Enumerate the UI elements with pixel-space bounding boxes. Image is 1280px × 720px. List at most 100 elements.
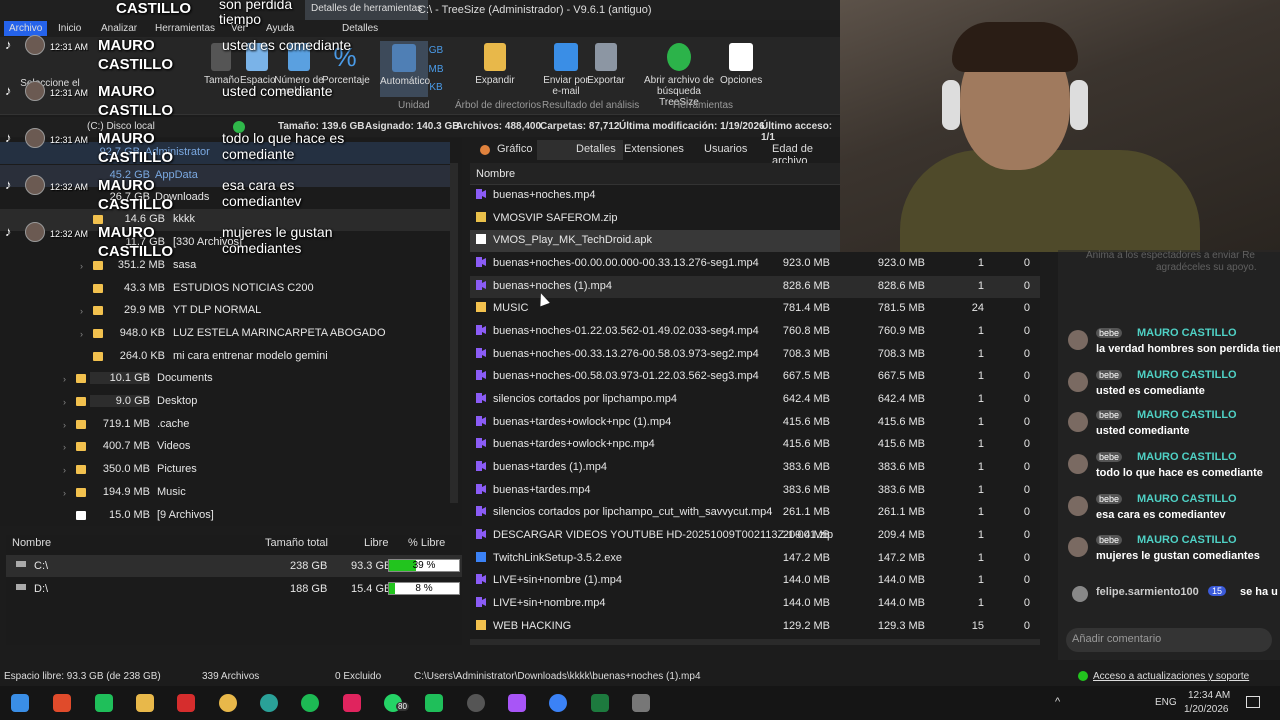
app-gray-icon[interactable] [632,694,650,712]
tree-row[interactable]: › 350.0 MB Pictures [0,459,450,481]
tab-usuarios[interactable]: Usuarios [704,143,747,155]
spotify-icon[interactable] [301,694,319,712]
update-link[interactable]: Acceso a actualizaciones y soporte [1093,671,1249,682]
whatsapp-icon[interactable]: 80 [384,694,409,712]
file-row[interactable]: buenas+tardes+owlock+npc (1).mp4 415.6 MB… [470,412,1040,434]
tree-row[interactable]: 43.3 MB ESTUDIOS NOTICIAS C200 [0,278,450,300]
chat-username[interactable]: MAURO CASTILLO [1137,369,1237,381]
enviar-email-button[interactable]: Enviar por e-mail [543,43,589,97]
expand-arrow-icon[interactable]: › [80,261,83,271]
drives-header-pct[interactable]: % Libre [408,537,445,549]
tree-name: Videos [157,440,191,452]
tree-row[interactable]: 264.0 KB mi cara entrenar modelo gemini [0,346,450,368]
brave-icon[interactable] [53,694,71,712]
file-row[interactable]: LIVE+sin+nombre.mp4 144.0 MB 144.0 MB 1 0 [470,593,1040,615]
chat-username[interactable]: MAURO CASTILLO [1137,327,1237,339]
file-row[interactable]: LIVE+sin+nombre (1).mp4 144.0 MB 144.0 MB 1… [470,570,1040,592]
column-nombre[interactable]: Nombre [476,168,515,180]
tree-row[interactable]: › 351.2 MB sasa [0,255,450,277]
expand-arrow-icon[interactable]: › [63,397,66,407]
file-row[interactable]: buenas+tardes (1).mp4 383.6 MB 383.6 MB 1 0 [470,457,1040,479]
obs-icon[interactable] [467,694,485,712]
file-row[interactable]: silencios cortados por lipchampo.mp4 642.… [470,389,1040,411]
tab-extensiones[interactable]: Extensiones [624,143,684,155]
file-row[interactable]: buenas+noches (1).mp4 828.6 MB 828.6 MB 1 0 [470,276,1040,298]
tree-scrollbar[interactable] [450,163,458,503]
file-row[interactable]: MUSIC 781.4 MB 781.5 MB 24 0 [470,298,1040,320]
drive-row[interactable]: C:\ 238 GB 93.3 GB 39 % [6,555,462,577]
chat-username[interactable]: MAURO CASTILLO [1137,451,1237,463]
tree-row[interactable]: › 9.0 GB Desktop [0,391,450,413]
expand-arrow-icon[interactable]: › [63,488,66,498]
exportar-button[interactable]: Exportar [586,43,626,86]
clock-time[interactable]: 12:34 AM [1188,690,1230,701]
expand-arrow-icon[interactable]: › [80,329,83,339]
mb-button[interactable]: MB [428,64,444,75]
list-scrollbar[interactable] [470,639,1040,645]
comment-input[interactable]: Añadir comentario [1066,628,1272,652]
file-row[interactable]: TwitchLinkSetup-3.5.2.exe 147.2 MB 147.2 M… [470,548,1040,570]
expand-arrow-icon[interactable]: › [63,465,66,475]
tab-herramientas[interactable]: Herramientas [155,23,215,34]
folder-count: 0 [1023,597,1030,609]
drives-header-free[interactable]: Libre [364,537,388,549]
file-row[interactable]: buenas+noches-00.58.03.973-01.22.03.562-… [470,366,1040,388]
file-row[interactable]: buenas+noches-00.33.13.276-00.58.03.973-… [470,344,1040,366]
file-size: 828.6 MB [782,280,830,292]
expand-arrow-icon[interactable]: › [63,374,66,384]
tree-row[interactable]: › 400.7 MB Videos [0,436,450,458]
app-green-icon[interactable] [95,694,113,712]
tab-detalles-view[interactable]: Detalles [576,143,616,155]
expandir-button[interactable]: Expandir [472,43,518,86]
file-row[interactable]: buenas+tardes.mp4 383.6 MB 383.6 MB 1 0 [470,480,1040,502]
abrir-busqueda-button[interactable]: Abrir archivo de búsqueda TreeSize [636,43,722,108]
context-tab[interactable]: Detalles de herramientas [305,0,429,20]
tree-row[interactable]: › 10.1 GB Documents [0,368,450,390]
tree-row[interactable]: › 719.1 MB .cache [0,414,450,436]
kb-button[interactable]: KB [428,82,444,93]
clock-date[interactable]: 1/20/2026 [1184,704,1229,715]
file-row[interactable]: WEB HACKING 129.2 MB 129.3 MB 15 0 [470,616,1040,638]
file-row[interactable]: silencios cortados por lipchampo_cut_wit… [470,502,1040,524]
chat-username[interactable]: MAURO CASTILLO [1137,409,1237,421]
excel-icon[interactable] [591,694,609,712]
tab-analizar[interactable]: Analizar [101,23,137,34]
drives-header-total[interactable]: Tamaño total [265,537,328,549]
expand-arrow-icon[interactable]: › [63,420,66,430]
chrome-icon[interactable] [219,694,237,712]
tab-archivo[interactable]: Archivo [4,21,48,36]
automatico-button[interactable]: Automático [380,41,430,97]
file-explorer-icon[interactable] [136,694,154,712]
file-row[interactable]: buenas+noches-01.22.03.562-01.49.02.033-… [470,321,1040,343]
tray-chevron-icon[interactable]: ^ [1055,696,1060,708]
app-purple-icon[interactable] [508,694,526,712]
drives-header-name[interactable]: Nombre [12,537,51,549]
tree-row[interactable]: › 194.9 MB Music [0,482,450,504]
language-indicator[interactable]: ENG [1155,697,1177,708]
file-row[interactable]: DESCARGAR VIDEOS YOUTUBE HD-20251009T002… [470,525,1040,547]
gb-button[interactable]: GB [428,45,444,56]
pdf-icon[interactable] [177,694,195,712]
edge-icon[interactable] [260,694,278,712]
tiktok-live-icon[interactable] [343,694,361,712]
tab-detalles[interactable]: Detalles [342,23,378,34]
opciones-button[interactable]: Opciones [720,43,762,86]
file-row[interactable]: buenas+noches-00.00.00.000-00.33.13.276-… [470,253,1040,275]
expand-arrow-icon[interactable]: › [63,442,66,452]
file-row[interactable]: buenas+tardes+owlock+npc.mp4 415.6 MB 415.… [470,434,1040,456]
tab-inicio[interactable]: Inicio [58,23,81,34]
chat-username[interactable]: MAURO CASTILLO [1137,493,1237,505]
treesize-icon[interactable] [425,694,443,712]
tab-grafico[interactable]: Gráfico [497,143,532,155]
notifications-icon[interactable] [1246,696,1260,708]
tree-row[interactable]: › 948.0 KB LUZ ESTELA MARINCARPETA ABOGADO [0,323,450,345]
expand-arrow-icon[interactable]: › [80,306,83,316]
app-blue-icon[interactable] [549,694,567,712]
windows-start-icon[interactable] [11,694,29,712]
drive-name: D:\ [34,583,49,595]
tree-row[interactable]: 15.0 MB [9 Archivos] [0,505,450,527]
tree-name: Pictures [157,463,197,475]
drive-row[interactable]: D:\ 188 GB 15.4 GB 8 % [6,578,462,600]
chat-username[interactable]: MAURO CASTILLO [1137,534,1237,546]
tree-row[interactable]: › 29.9 MB YT DLP NORMAL [0,300,450,322]
